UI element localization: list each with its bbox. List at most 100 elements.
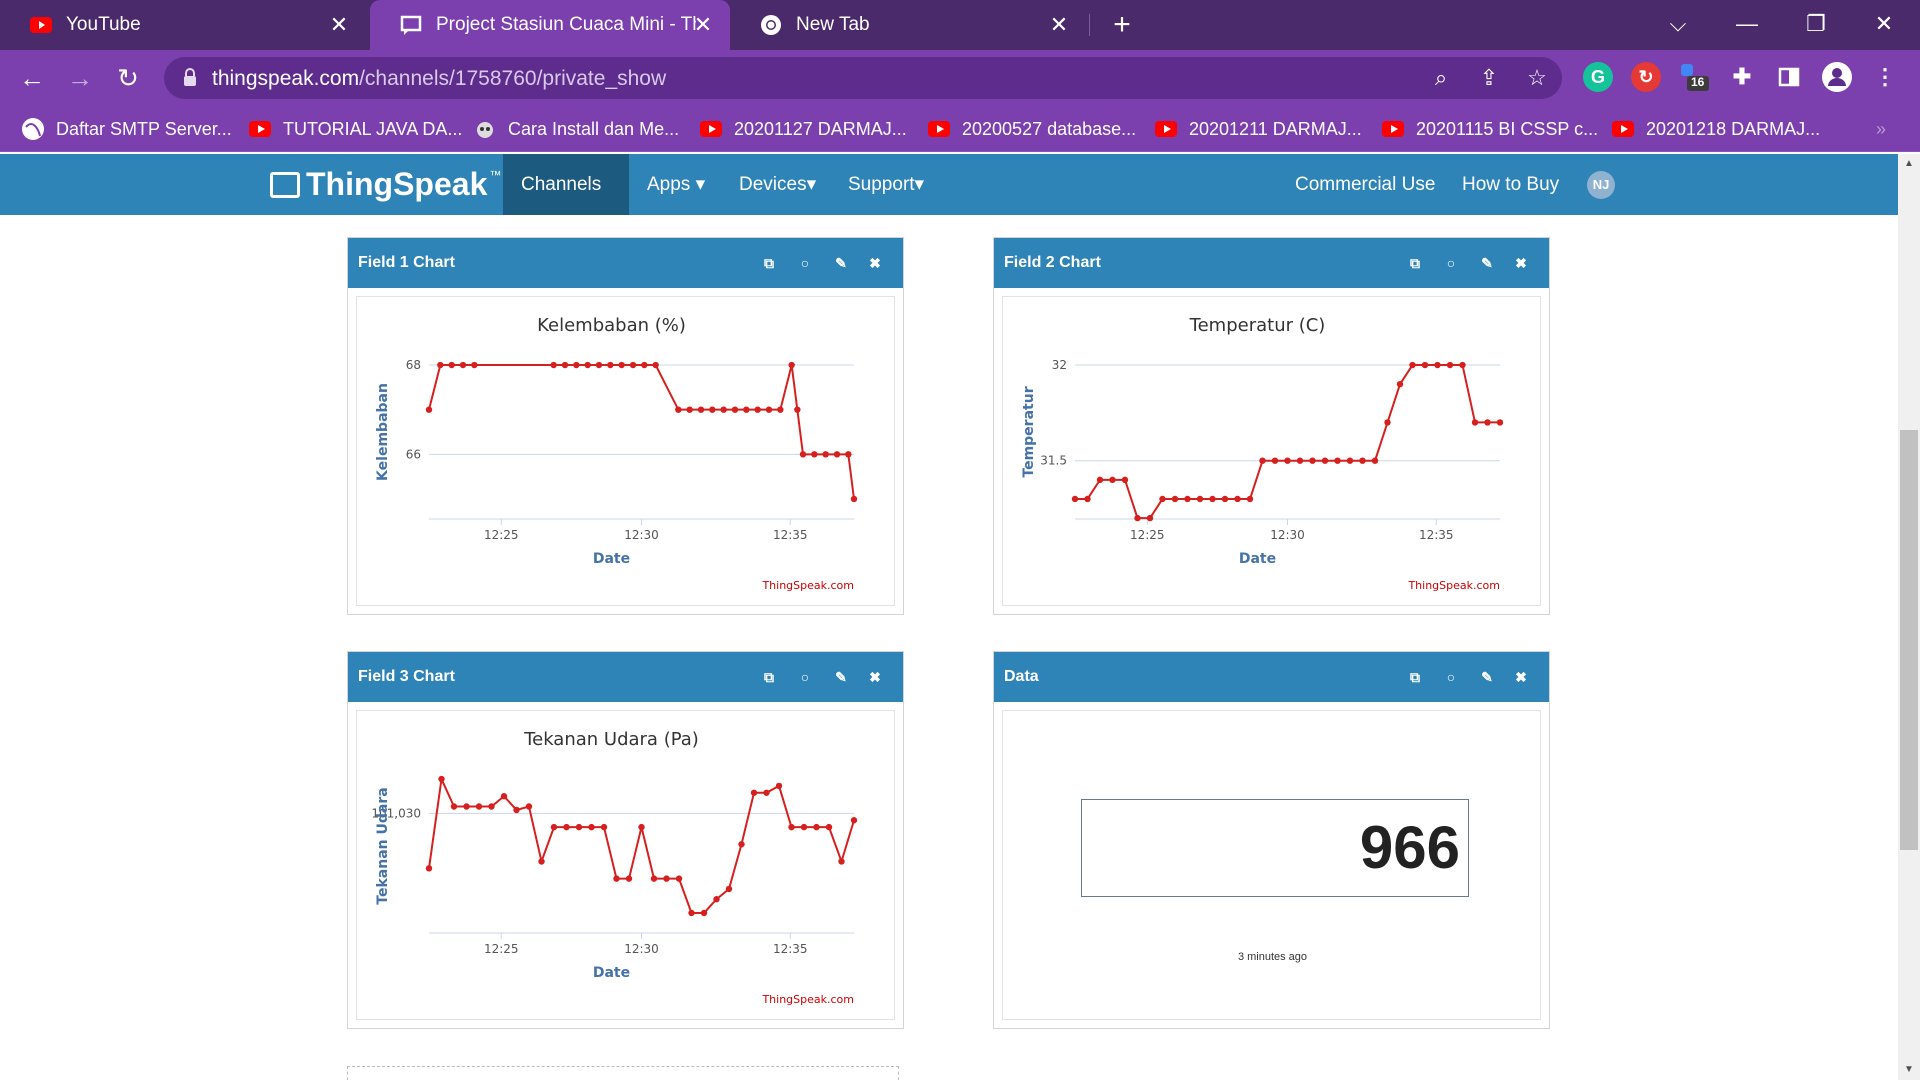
puzzle-extensions-icon[interactable]: ✚ [1727, 62, 1757, 92]
bookmark-item[interactable]: 20200527 database... [928, 114, 1136, 144]
data-point [845, 451, 852, 458]
data-point [584, 361, 591, 369]
edit-pencil-icon[interactable]: ✎ [829, 652, 853, 702]
thingspeak-logo[interactable]: ThingSpeak ™ [270, 166, 501, 203]
data-point [641, 361, 648, 369]
close-widget-icon[interactable]: ✖ [1509, 238, 1533, 288]
data-point [1284, 457, 1291, 464]
browser-tab-strip: YouTube ✕ Project Stasiun Cuaca Mini - T… [0, 0, 1920, 50]
zoom-icon[interactable]: ⌕ [1428, 65, 1454, 91]
nav-how-to-buy[interactable]: How to Buy [1444, 154, 1577, 215]
data-point [1346, 457, 1354, 464]
bookmarks-overflow-icon[interactable]: » [1876, 114, 1886, 144]
minimize-icon[interactable]: — [1727, 8, 1767, 40]
scroll-up-arrow-icon[interactable]: ▲ [1898, 154, 1920, 174]
series-line [428, 775, 855, 914]
bookmark-item[interactable]: 20201211 DARMAJ... [1155, 114, 1362, 144]
edit-pencil-icon[interactable]: ✎ [1475, 652, 1499, 702]
popout-icon[interactable]: ⧉ [1403, 238, 1427, 288]
new-tab-plus-icon[interactable]: + [1106, 10, 1138, 42]
restore-icon[interactable]: ❐ [1796, 8, 1836, 40]
user-avatar[interactable]: NJ [1587, 171, 1615, 199]
data-point [1371, 457, 1379, 464]
bookmark-item[interactable]: 20201115 BI CSSP c... [1382, 114, 1598, 144]
nav-apps[interactable]: Apps ▾ [629, 154, 723, 215]
data-point [1096, 476, 1104, 484]
close-tab-icon[interactable]: ✕ [690, 12, 716, 38]
bookmark-label: 20201218 DARMAJ... [1646, 118, 1821, 139]
bookmark-star-icon[interactable]: ☆ [1524, 65, 1550, 91]
data-point [607, 361, 614, 369]
data-point [1396, 380, 1404, 388]
data-point [799, 451, 807, 458]
data-point [459, 361, 467, 369]
tab-thingspeak[interactable]: Project Stasiun Cuaca Mini - Thin ✕ [370, 0, 730, 50]
reload-icon[interactable]: ↻ [112, 62, 144, 94]
forward-arrow-icon[interactable]: → [64, 62, 96, 94]
scrollbar-thumb[interactable] [1900, 430, 1918, 850]
scroll-down-arrow-icon[interactable]: ▼ [1898, 1060, 1920, 1080]
data-point [1084, 495, 1091, 503]
nav-devices[interactable]: Devices▾ [721, 154, 834, 215]
data-point [663, 875, 670, 882]
extension-badge-icon[interactable]: 16 [1679, 62, 1709, 92]
nav-channels[interactable]: Channels ▾ [503, 154, 629, 256]
side-panel-icon[interactable] [1774, 62, 1804, 92]
close-tab-icon[interactable]: ✕ [326, 12, 352, 38]
window-close-icon[interactable]: ✕ [1864, 8, 1904, 40]
bookmark-item[interactable]: Daftar SMTP Server... [22, 114, 232, 144]
data-point [629, 361, 637, 369]
address-bar[interactable]: thingspeak.com/channels/1758760/private_… [164, 57, 1562, 99]
grammarly-icon[interactable]: G [1583, 62, 1613, 92]
bookmark-item[interactable]: Cara Install dan Me... [474, 114, 679, 144]
bookmark-item[interactable]: 20201218 DARMAJ... [1612, 114, 1820, 144]
edit-pencil-icon[interactable]: ✎ [1475, 238, 1499, 288]
nav-support[interactable]: Support▾ [830, 154, 942, 215]
comment-icon[interactable]: ○ [1439, 238, 1463, 288]
popout-icon[interactable]: ⧉ [757, 238, 781, 288]
data-point [1109, 476, 1116, 484]
data-point [825, 823, 833, 831]
popout-icon[interactable]: ⧉ [1403, 652, 1427, 702]
tab-youtube[interactable]: YouTube ✕ [0, 0, 366, 50]
data-point [850, 817, 858, 824]
menu-kebab-icon[interactable]: ⋮ [1870, 62, 1900, 92]
popout-icon[interactable]: ⧉ [757, 652, 781, 702]
close-widget-icon[interactable]: ✖ [863, 238, 887, 288]
close-widget-icon[interactable]: ✖ [863, 652, 887, 702]
data-point [1121, 476, 1129, 484]
close-tab-icon[interactable]: ✕ [1046, 12, 1072, 38]
page-scrollbar[interactable]: ▲ ▼ [1898, 154, 1920, 1080]
data-point [1221, 495, 1229, 503]
data-point [1234, 495, 1241, 503]
profile-avatar-icon[interactable] [1822, 62, 1852, 92]
chart-title: Tekanan Udara (Pa) [523, 729, 699, 750]
data-point [1196, 495, 1204, 503]
data-point [777, 406, 784, 413]
comment-icon[interactable]: ○ [1439, 652, 1463, 702]
bookmark-item[interactable]: TUTORIAL JAVA DA... [249, 114, 462, 144]
comment-icon[interactable]: ○ [793, 652, 817, 702]
thingspeak-navbar: ThingSpeak™ Channels ▾ Apps ▾ Devices▾ S… [0, 154, 1898, 256]
tab-new-tab[interactable]: New Tab ✕ [730, 0, 1086, 50]
edit-pencil-icon[interactable]: ✎ [829, 238, 853, 288]
extension-red-icon[interactable]: ↻ [1631, 62, 1661, 92]
cow-icon [474, 121, 496, 138]
share-icon[interactable]: ⇪ [1476, 65, 1502, 91]
tab-search-chevron-icon[interactable]: ⌵ [1658, 8, 1698, 40]
close-widget-icon[interactable]: ✖ [1509, 652, 1533, 702]
data-point [686, 406, 693, 413]
youtube-icon [1155, 121, 1177, 137]
last-updated-text: 3 minutes ago [1237, 951, 1308, 963]
comment-icon[interactable]: ○ [793, 238, 817, 288]
bookmark-item[interactable]: 20201127 DARMAJ... [700, 114, 907, 144]
bookmark-label: 20201127 DARMAJ... [734, 118, 907, 139]
bookmarks-bar: Daftar SMTP Server... TUTORIAL JAVA DA..… [0, 106, 1920, 152]
widget-title: Field 2 Chart [1004, 254, 1101, 271]
bookmark-label: TUTORIAL JAVA DA... [283, 118, 463, 139]
back-arrow-icon[interactable]: ← [16, 62, 48, 94]
data-point [738, 841, 745, 848]
nav-commercial-use[interactable]: Commercial Use [1277, 154, 1453, 215]
widget-field3-chart: Field 3 Chart ⧉ ○ ✎ ✖ Tekanan Udara (Pa)… [347, 651, 904, 1029]
data-point [525, 803, 533, 810]
